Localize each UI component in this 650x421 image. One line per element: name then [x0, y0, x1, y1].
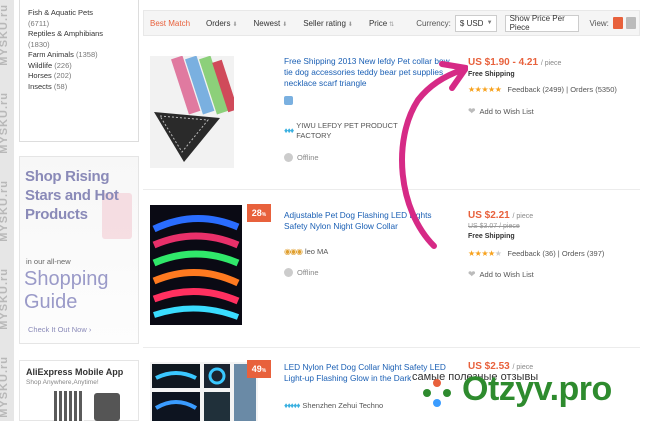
offline-icon: [284, 268, 293, 277]
seller-status: Offline: [284, 153, 319, 162]
shipping-label: Free Shipping: [468, 71, 515, 78]
seller-name[interactable]: ♦♦♦♦♦ Shenzhen Zehui Techno: [284, 401, 383, 410]
sort-orders[interactable]: Orders ⬇: [206, 19, 237, 28]
seller-status: Offline: [284, 268, 319, 277]
mysku-watermark: MYSKU.ru MYSKU.ru MYSKU.ru MYSKU.ru MYSK…: [0, 0, 14, 421]
mobile-app-subtitle: Shop Anywhere,Anytime!: [26, 379, 99, 386]
category-list: Fish & Aquatic Pets (6711) Reptiles & Amp…: [19, 0, 139, 142]
category-item[interactable]: Insects (58): [28, 82, 138, 93]
heart-icon: ❤: [468, 106, 476, 116]
rating-row: ★★★★★ Feedback (2499) | Orders (5350): [468, 85, 617, 94]
offline-icon: [284, 153, 293, 162]
sidebar: Fish & Aquatic Pets (6711) Reptiles & Amp…: [14, 0, 139, 421]
seller-rank-medal-icon: ◉◉◉: [284, 247, 303, 256]
orders-count: Orders (397): [561, 249, 605, 258]
list-view-icon[interactable]: [612, 17, 623, 29]
category-item[interactable]: Farm Animals (1358): [28, 50, 138, 61]
product-row: 28% Adjustable Pet Dog Flashing LED Ligh…: [143, 190, 640, 348]
seller-rank-diamond-icon: ♦♦♦: [284, 126, 294, 135]
shipping-label: Free Shipping: [468, 233, 515, 240]
feedback-link[interactable]: Feedback (2499): [507, 85, 564, 94]
orders-count: Orders (5350): [570, 85, 617, 94]
sort-price[interactable]: Price ⇅: [369, 19, 394, 28]
sort-newest[interactable]: Newest ⬇: [254, 19, 288, 28]
sort-arrow-icon: ⬇: [232, 21, 238, 28]
show-price-per-piece-button[interactable]: Show Price Per Piece: [504, 14, 580, 32]
otzyv-logo-icon: [423, 379, 451, 407]
product-title-link[interactable]: Free Shipping 2013 New lefdy Pet collar …: [284, 56, 454, 89]
discount-badge: 28%: [247, 204, 271, 222]
original-price: US $3.07 / piece: [468, 223, 520, 230]
category-item[interactable]: Wildlife (226): [28, 61, 138, 72]
watermark-text: MYSKU.ru: [0, 4, 10, 66]
otzyv-logo-text: Otzyv.pro: [462, 370, 612, 408]
star-rating-icon: ★★★★★: [468, 249, 502, 258]
transaction-icon: [284, 96, 293, 105]
category-item[interactable]: Horses (202): [28, 71, 138, 82]
seller-rank-diamond-icon: ♦♦♦♦♦: [284, 401, 300, 410]
product-title-link[interactable]: Adjustable Pet Dog Flashing LED Lights S…: [284, 210, 454, 232]
seller-name[interactable]: ◉◉◉ leo MA: [284, 247, 328, 256]
sort-toolbar: Best Match Orders ⬇ Newest ⬇ Seller rating…: [143, 10, 640, 36]
currency-select[interactable]: $ USD ▼: [454, 14, 497, 32]
rating-row: ★★★★★ Feedback (36) | Orders (397): [468, 249, 605, 258]
seller-name[interactable]: ♦♦♦ YIWU LEFDY PET PRODUCT FACTORY: [284, 121, 434, 141]
product-price: US $1.90 - 4.21 / piece: [468, 57, 562, 68]
star-rating-icon: ★★★★★: [468, 85, 502, 94]
phone-icon: [94, 393, 120, 421]
promo-cta-link[interactable]: Check It Out Now ›: [28, 325, 91, 334]
promo-shopping-guide: Shopping Guide: [24, 268, 109, 313]
heart-icon: ❤: [468, 269, 476, 279]
category-item[interactable]: Reptiles & Amphibians (1830): [28, 29, 138, 50]
feedback-link[interactable]: Feedback (36): [507, 249, 555, 258]
sort-best-match[interactable]: Best Match: [150, 19, 190, 28]
promo-subtext: in our all-new: [26, 257, 71, 266]
discount-badge: 49%: [247, 360, 271, 378]
chevron-down-icon: ▼: [486, 20, 493, 26]
promo-headline: Shop Rising Stars and Hot Products: [25, 168, 119, 223]
grid-view-icon[interactable]: [625, 17, 637, 29]
sort-seller-rating[interactable]: Seller rating ⬇: [303, 19, 353, 28]
product-row: Free Shipping 2013 New lefdy Pet collar …: [143, 44, 640, 190]
add-to-wish-list[interactable]: ❤ Add to Wish List: [468, 106, 534, 117]
sort-arrow-icon: ⬇: [347, 21, 353, 28]
shopping-guide-banner[interactable]: Shop Rising Stars and Hot Products in ou…: [19, 156, 139, 344]
sort-arrow-icon: ⬇: [282, 21, 288, 28]
product-image[interactable]: [150, 205, 242, 325]
qr-code-icon: [54, 391, 84, 421]
category-item[interactable]: Fish & Aquatic Pets (6711): [28, 8, 138, 29]
product-image[interactable]: [150, 362, 258, 421]
add-to-wish-list[interactable]: ❤ Add to Wish List: [468, 269, 534, 280]
view-label: View:: [589, 18, 609, 28]
currency-label: Currency:: [416, 18, 451, 28]
product-price: US $2.21 / piece: [468, 210, 534, 221]
sort-arrow-icon: ⇅: [389, 21, 395, 28]
product-image[interactable]: [150, 56, 234, 168]
mobile-app-title: AliExpress Mobile App: [26, 367, 124, 377]
watermark-text: MYSKU.ru: [0, 180, 10, 242]
watermark-text: MYSKU.ru: [0, 92, 10, 154]
watermark-text: MYSKU.ru: [0, 356, 10, 418]
watermark-text: MYSKU.ru: [0, 268, 10, 330]
mobile-app-box[interactable]: AliExpress Mobile App Shop Anywhere,Anyt…: [19, 360, 139, 421]
